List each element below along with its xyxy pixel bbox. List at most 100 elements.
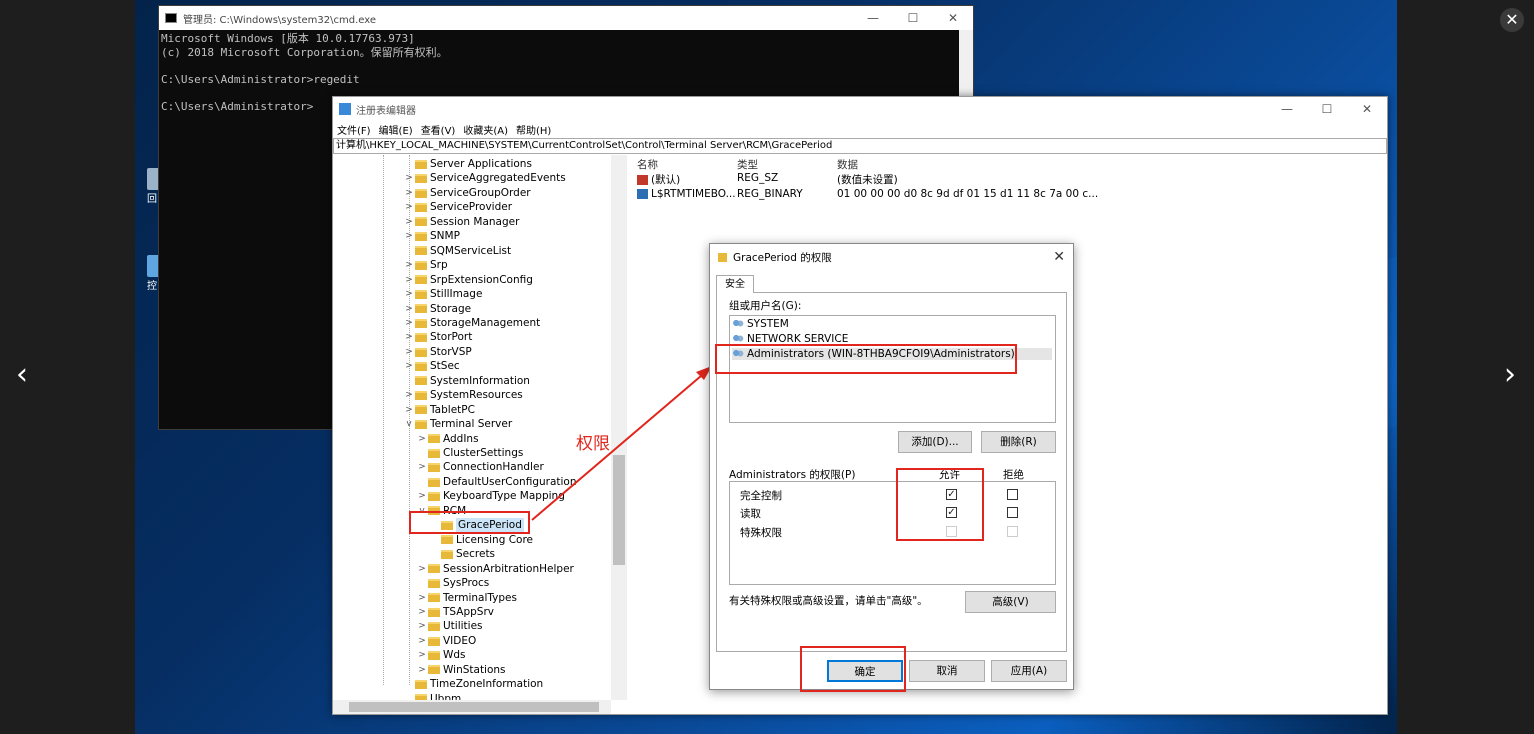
user-list[interactable]: SYSTEM NETWORK SERVICE Administrators (W… <box>729 315 1056 423</box>
dialog-titlebar[interactable]: GracePeriod 的权限 ✕ <box>710 244 1073 270</box>
menu-item[interactable]: 查看(V) <box>421 122 456 137</box>
tree-node[interactable]: Licensing Core <box>429 533 533 547</box>
user-item-system[interactable]: SYSTEM <box>732 318 789 330</box>
chevron-right-icon[interactable]: > <box>416 489 428 503</box>
deny-read-checkbox[interactable] <box>1007 507 1018 518</box>
chevron-right-icon[interactable]: > <box>416 619 428 633</box>
column-header-data[interactable]: 数据 <box>837 157 858 172</box>
minimize-button[interactable]: — <box>853 11 893 25</box>
tree-node[interactable]: ClusterSettings <box>416 446 523 460</box>
chevron-right-icon[interactable]: > <box>403 258 415 272</box>
tree-node[interactable]: v Terminal Server <box>403 417 512 431</box>
chevron-right-icon[interactable]: > <box>403 186 415 200</box>
tree-node[interactable]: SysProcs <box>416 576 489 590</box>
chevron-right-icon[interactable]: > <box>403 316 415 330</box>
tree-node[interactable]: > TerminalTypes <box>416 591 517 605</box>
address-bar[interactable]: 计算机\HKEY_LOCAL_MACHINE\SYSTEM\CurrentCon… <box>333 138 1387 154</box>
menu-item[interactable]: 帮助(H) <box>516 122 551 137</box>
menu-item[interactable]: 收藏夹(A) <box>463 122 508 137</box>
scroll-thumb[interactable] <box>349 702 599 712</box>
tree-node[interactable]: > StorPort <box>403 330 472 344</box>
tree-node[interactable]: TimeZoneInformation <box>403 677 543 691</box>
chevron-right-icon[interactable]: > <box>416 648 428 662</box>
column-header-type[interactable]: 类型 <box>737 157 758 172</box>
value-row[interactable]: L$RTMTIMEBO... <box>637 188 736 200</box>
chevron-right-icon[interactable]: > <box>416 605 428 619</box>
close-button[interactable]: ✕ <box>933 11 973 25</box>
tree-node[interactable]: > ServiceProvider <box>403 200 512 214</box>
tree-node[interactable]: SystemInformation <box>403 374 530 388</box>
chevron-right-icon[interactable]: > <box>403 302 415 316</box>
chevron-right-icon[interactable]: > <box>403 388 415 402</box>
next-image-button[interactable]: › <box>1490 355 1530 395</box>
chevron-right-icon[interactable]: > <box>416 562 428 576</box>
chevron-right-icon[interactable]: > <box>403 171 415 185</box>
chevron-right-icon[interactable]: > <box>416 663 428 677</box>
chevron-right-icon[interactable]: > <box>403 359 415 373</box>
previous-image-button[interactable]: ‹ <box>2 355 42 395</box>
tree-node[interactable]: Server Applications <box>403 157 532 171</box>
tab-security[interactable]: 安全 <box>716 275 754 293</box>
tree-node[interactable]: > ServiceAggregatedEvents <box>403 171 566 185</box>
tree-node[interactable]: GracePeriod <box>429 518 524 533</box>
cmd-titlebar[interactable]: 管理员: C:\Windows\system32\cmd.exe — ☐ ✕ <box>159 6 973 30</box>
permissions-dialog[interactable]: GracePeriod 的权限 ✕ 安全 组或用户名(G): SYSTEM NE… <box>709 243 1074 690</box>
chevron-right-icon[interactable]: > <box>416 432 428 446</box>
tree-node[interactable]: > AddIns <box>416 432 478 446</box>
tree-node[interactable]: > WinStations <box>416 663 505 677</box>
chevron-down-icon[interactable]: v <box>403 417 415 431</box>
tree-node[interactable]: > Srp <box>403 258 447 272</box>
remove-button[interactable]: 删除(R) <box>981 431 1056 453</box>
tree-node[interactable]: > StorageManagement <box>403 316 540 330</box>
close-button[interactable]: ✕ <box>1347 102 1387 116</box>
chevron-right-icon[interactable]: > <box>403 287 415 301</box>
permissions-list[interactable]: 完全控制 ✓ 读取 ✓ 特殊权限 <box>729 481 1056 585</box>
chevron-right-icon[interactable]: > <box>416 634 428 648</box>
maximize-button[interactable]: ☐ <box>893 11 933 25</box>
advanced-button[interactable]: 高级(V) <box>965 591 1056 613</box>
chevron-right-icon[interactable]: > <box>416 460 428 474</box>
chevron-right-icon[interactable]: > <box>403 200 415 214</box>
tree-horizontal-scrollbar[interactable] <box>333 700 611 714</box>
chevron-right-icon[interactable]: > <box>403 273 415 287</box>
tree-node[interactable]: > ConnectionHandler <box>416 460 544 474</box>
chevron-right-icon[interactable]: > <box>403 229 415 243</box>
user-item-network-service[interactable]: NETWORK SERVICE <box>732 333 848 345</box>
tree-node[interactable]: > StSec <box>403 359 459 373</box>
chevron-right-icon[interactable]: > <box>416 591 428 605</box>
close-icon[interactable]: ✕ <box>1053 249 1065 265</box>
value-row[interactable]: (默认) <box>637 172 680 187</box>
tree-node[interactable]: > ServiceGroupOrder <box>403 186 530 200</box>
allow-full-control-checkbox[interactable]: ✓ <box>946 489 957 500</box>
ok-button[interactable]: 确定 <box>827 660 903 682</box>
tree-node[interactable]: > SessionArbitrationHelper <box>416 562 574 576</box>
chevron-right-icon[interactable]: > <box>403 330 415 344</box>
tree-node[interactable]: > Wds <box>416 648 465 662</box>
minimize-button[interactable]: — <box>1267 102 1307 116</box>
tree-node[interactable]: SQMServiceList <box>403 244 511 258</box>
tree-node[interactable]: > StorVSP <box>403 345 471 359</box>
tree-node[interactable]: > SystemResources <box>403 388 523 402</box>
tree-node[interactable]: > Session Manager <box>403 215 519 229</box>
menu-item[interactable]: 文件(F) <box>337 122 371 137</box>
tree-node[interactable]: v RCM <box>416 504 466 518</box>
tree-node[interactable]: > TabletPC <box>403 403 475 417</box>
tree-node[interactable]: > Storage <box>403 302 471 316</box>
add-button[interactable]: 添加(D)... <box>898 431 972 453</box>
tree-node[interactable]: Ubpm <box>403 692 461 700</box>
regedit-titlebar[interactable]: 注册表编辑器 — ☐ ✕ <box>333 97 1387 121</box>
deny-full-control-checkbox[interactable] <box>1007 489 1018 500</box>
allow-read-checkbox[interactable]: ✓ <box>946 507 957 518</box>
tree-node[interactable]: > Utilities <box>416 619 482 633</box>
chevron-right-icon[interactable]: > <box>403 403 415 417</box>
cancel-button[interactable]: 取消 <box>909 660 985 682</box>
close-viewer-button[interactable]: ✕ <box>1500 8 1524 32</box>
user-item-administrators[interactable]: Administrators (WIN-8THBA9CFOI9\Administ… <box>732 348 1052 360</box>
apply-button[interactable]: 应用(A) <box>991 660 1067 682</box>
maximize-button[interactable]: ☐ <box>1307 102 1347 116</box>
tree-node[interactable]: Secrets <box>429 547 495 561</box>
chevron-right-icon[interactable]: > <box>403 215 415 229</box>
tree-node[interactable]: > TSAppSrv <box>416 605 494 619</box>
tree-node[interactable]: > StillImage <box>403 287 482 301</box>
menu-item[interactable]: 编辑(E) <box>379 122 413 137</box>
